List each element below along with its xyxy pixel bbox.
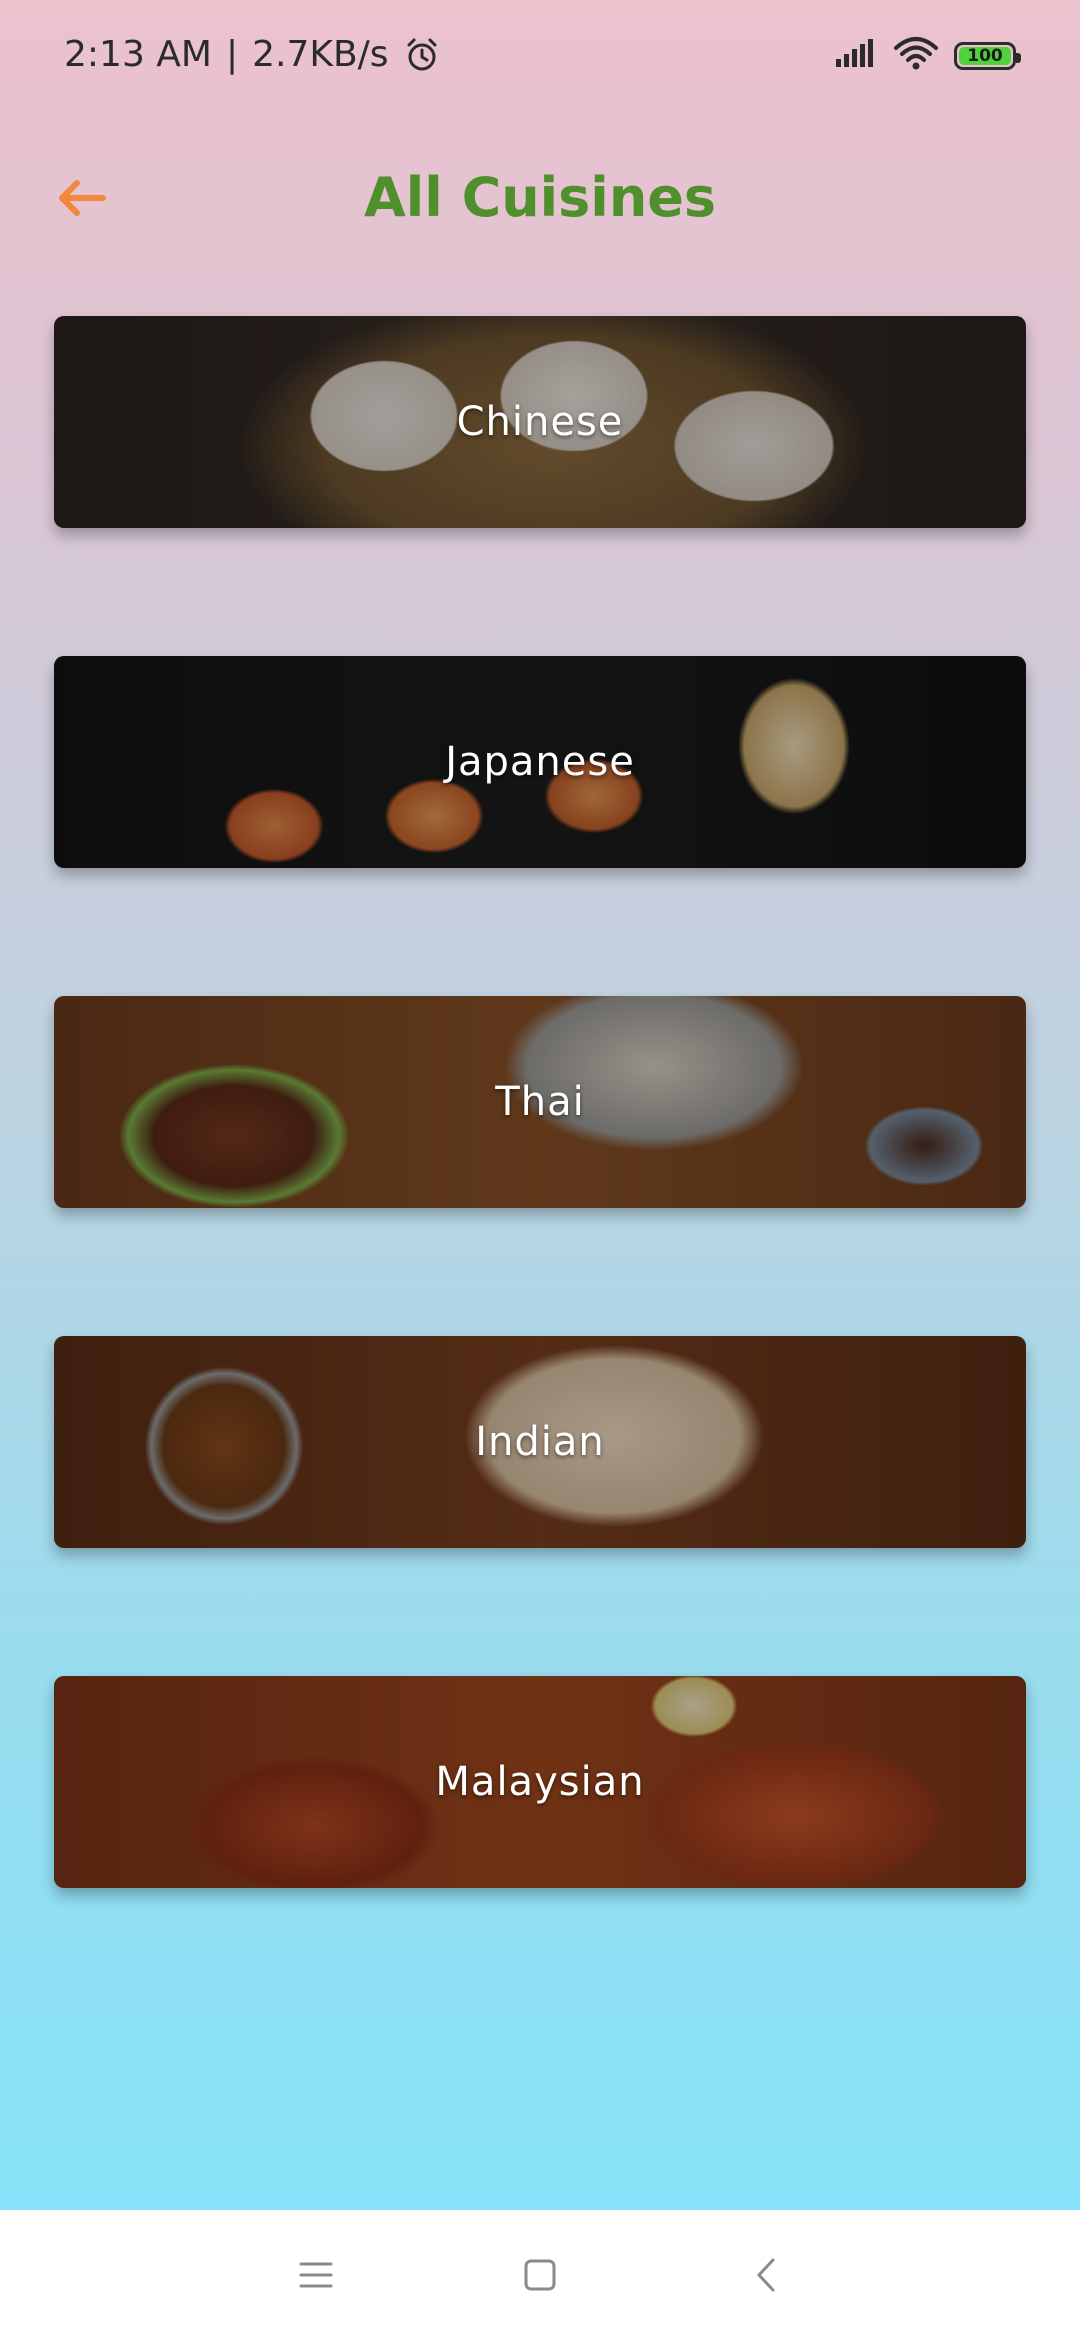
status-time: 2:13 AM (64, 34, 212, 75)
cellular-signal-icon (834, 37, 878, 74)
cuisine-label-indian: Indian (475, 1419, 605, 1465)
battery-icon: 100 (954, 41, 1021, 70)
system-nav-bar (0, 2210, 1080, 2340)
nav-menu-button[interactable] (286, 2245, 346, 2305)
cuisine-label-thai: Thai (495, 1079, 585, 1125)
cuisine-card-chinese[interactable]: Chinese (54, 316, 1026, 528)
square-home-icon (524, 2259, 556, 2291)
cuisine-label-malaysian: Malaysian (435, 1759, 645, 1805)
battery-tip (1016, 52, 1021, 63)
chevron-back-icon (757, 2258, 775, 2292)
status-separator: | (225, 34, 239, 75)
menu-icon (299, 2262, 333, 2288)
network-speed: 2.7KB/s (252, 34, 389, 75)
cuisine-card-indian[interactable]: Indian (54, 1336, 1026, 1548)
battery-level: 100 (967, 45, 1003, 66)
status-left: 2:13 AM | 2.7KB/s (64, 34, 441, 75)
page-title: All Cuisines (363, 166, 717, 229)
cuisine-card-malaysian[interactable]: Malaysian (54, 1676, 1026, 1888)
alarm-clock-icon (403, 36, 441, 74)
wifi-icon (894, 36, 938, 75)
nav-home-button[interactable] (510, 2245, 570, 2305)
nav-back-button[interactable] (736, 2245, 796, 2305)
status-right: 100 (834, 36, 1021, 75)
screen-background: 2:13 AM | 2.7KB/s 100 All Cuisines Chine… (0, 0, 1080, 2210)
cuisine-label-chinese: Chinese (456, 399, 624, 445)
cuisine-card-japanese[interactable]: Japanese (54, 656, 1026, 868)
cuisine-label-japanese: Japanese (445, 739, 635, 785)
cuisine-card-thai[interactable]: Thai (54, 996, 1026, 1208)
status-bar: 2:13 AM | 2.7KB/s 100 (0, 0, 1080, 116)
